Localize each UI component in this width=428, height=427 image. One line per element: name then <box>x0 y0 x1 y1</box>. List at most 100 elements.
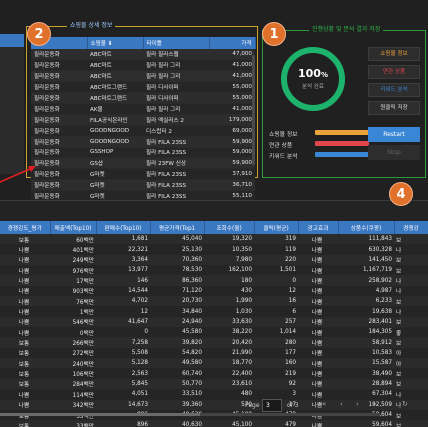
grid-cell: 70,360 <box>150 254 204 266</box>
one-click-save-button[interactable]: 원클릭 저장 <box>368 101 420 115</box>
detail-cell: 필라운동화 <box>31 103 87 115</box>
detail-row[interactable]: 필라운동화 GS샵 필라 23FW 신상 59,900 <box>31 157 255 170</box>
detail-row[interactable]: 필라운동화 ABC마트그랜드 필라 디사이퍼 55,000 <box>31 92 255 104</box>
grid-cell: 21,990 <box>204 347 254 359</box>
keyword-analysis-button[interactable]: 키워드 분석 <box>368 83 420 97</box>
grid-cell: 14,544 <box>96 285 150 297</box>
next-page-icon[interactable]: › <box>356 400 359 408</box>
grid-row[interactable]: 나쁨 401백만 22,321 25,130 10,350 119 나쁨 630,328 나 <box>0 244 428 255</box>
detail-scrollbar[interactable] <box>252 55 255 165</box>
detail-col-header-title[interactable]: 타이틀 <box>143 37 210 49</box>
grid-cell: 4,702 <box>96 296 150 307</box>
grid-cell: 283,401 <box>338 316 394 328</box>
detail-row[interactable]: 필라운동화 ABC마트 필라 필라 그리 41,000 <box>31 59 255 72</box>
shop-detail-table: 순 쇼핑몰 ⬇ 타이틀 가격 필라운동화ABC마트필라 필라스웹47,000필라… <box>31 37 256 202</box>
detail-row[interactable]: 필라운동화 GOODNGOOD 디스럽터 2 69,000 <box>31 125 255 137</box>
grid-row[interactable]: 나쁨 1백만 12 34,840 1,030 6 나쁨 19,638 나 <box>0 306 428 317</box>
grid-row[interactable]: 보통 284백만 5,845 50,770 23,610 92 나쁨 28,894 보 <box>0 378 428 390</box>
grid-col-header[interactable]: 평균가격(Top1 <box>150 221 205 234</box>
grid-cell: 41,647 <box>96 316 150 328</box>
grid-col-header[interactable]: 경쟁강 <box>394 221 428 234</box>
detail-cell: 필라운동화 <box>31 136 87 148</box>
grid-row[interactable]: 나쁨 17백만 146 86,360 180 0 나쁨 258,902 나 <box>0 275 428 286</box>
grid-cell: 보 <box>394 296 428 307</box>
grid-row[interactable]: 보통 266백만 7,258 39,820 20,420 280 나쁨 58,912 보 <box>0 337 428 348</box>
page-number-input[interactable] <box>262 399 282 412</box>
detail-cell: ABC마트그랜드 <box>87 92 143 104</box>
last-page-icon[interactable]: » <box>372 400 376 408</box>
grid-row[interactable]: 보통 240백만 5,128 49,580 18,770 160 나쁨 15,587 아 <box>0 358 428 369</box>
grid-cell: 5,508 <box>96 347 150 359</box>
grid-row[interactable]: 나쁨 546백만 41,647 24,940 33,630 257 나쁨 283,401 보 <box>0 316 428 328</box>
related-products-button[interactable]: 연관 상품 <box>368 65 420 79</box>
detail-row[interactable]: 필라운동화 ABC마트그랜드 필라 디사이퍼 55,000 <box>31 81 255 94</box>
grid-horizontal-scrollbar[interactable] <box>0 413 380 416</box>
grid-cell: 272백만 <box>50 347 96 359</box>
grid-cell: 5,128 <box>96 358 150 369</box>
first-page-icon[interactable]: « <box>322 400 326 408</box>
grid-col-header[interactable]: 클릭(평균) <box>254 221 299 234</box>
grid-row[interactable]: 나쁨 903백만 14,544 71,120 430 12 나쁨 4,987 나 <box>0 285 428 297</box>
grid-cell: 177 <box>254 347 298 359</box>
grid-col-header[interactable]: 상품수(쿠팡) <box>338 221 395 234</box>
grid-cell: 나쁨 <box>298 358 338 369</box>
detail-row[interactable]: 필라운동화 GSSHOP 필라 FILA 23SS 59,000 <box>31 147 255 159</box>
grid-cell: 18,770 <box>204 358 254 369</box>
grid-row[interactable]: 보통33백만89640,63045,100479나쁨59,604보 <box>0 420 428 427</box>
grid-row[interactable]: 보통 60백만 1,681 45,040 19,320 319 나쁨 111,843 보 <box>0 234 428 245</box>
detail-row[interactable]: 필라운동화 G마켓 필라 FILA 23SS 36,710 <box>31 179 255 192</box>
grid-row[interactable]: 나쁨 0백만 0 45,580 38,220 1,014 나쁨 184,305 좋 <box>0 327 428 338</box>
grid-cell: 146 <box>96 275 150 286</box>
grid-cell: 12 <box>96 306 150 317</box>
grid-cell: 60백만 <box>50 234 96 245</box>
grid-col-header[interactable]: 경쟁강도_평가 <box>0 221 51 234</box>
refresh-icon[interactable]: ↻ <box>402 400 408 408</box>
grid-col-header[interactable]: 조회수(월) <box>204 221 255 234</box>
grid-cell: 나쁨 <box>0 265 50 276</box>
grid-cell: 나쁨 <box>0 275 50 286</box>
grid-row[interactable]: 보통 272백만 5,508 54,820 21,990 177 나쁨 10,583 아 <box>0 347 428 359</box>
shop-info-button[interactable]: 쇼핑몰 정보 <box>368 47 420 61</box>
grid-row[interactable]: 나쁨 976백만 13,977 78,530 162,100 1,501 나쁨 1,167,7… <box>0 265 428 276</box>
detail-cell: GS샵 <box>87 157 143 170</box>
prev-page-icon[interactable]: ‹ <box>340 400 343 408</box>
grid-cell: 3,364 <box>96 254 150 266</box>
grid-col-header[interactable]: 매출액(Top10) <box>50 221 97 234</box>
detail-row[interactable]: 필라운동화 G마켓 필라 FILA 23SS 37,910 <box>31 168 255 181</box>
grid-cell: 19,638 <box>338 306 394 317</box>
grid-cell: 0 <box>96 327 150 338</box>
detail-col-header-price[interactable]: 가격 <box>209 37 256 49</box>
detail-row[interactable]: 필라운동화 AK몰 필라 필라 그리 41,000 <box>31 103 255 115</box>
detail-row[interactable]: 필라운동화 GOODNGOOD 필라 FILA 23SS 59,900 <box>31 136 255 148</box>
detail-cell: GOODNGOOD <box>87 136 143 148</box>
grid-cell: 160 <box>254 358 298 369</box>
grid-row[interactable]: 보통 106백만 2,563 60,740 22,400 219 나쁨 38,490 보 <box>0 368 428 379</box>
scrollbar-thumb[interactable] <box>0 413 200 416</box>
detail-cell: ABC마트 <box>87 59 143 72</box>
grid-cell: 6,233 <box>338 296 394 307</box>
detail-cell: 69,000 <box>209 125 255 137</box>
grid-cell: 60,740 <box>150 368 204 379</box>
grid-cell: 나쁨 <box>0 316 50 328</box>
progress-bar-fill <box>315 141 369 146</box>
detail-cell: 필라 23FW 신상 <box>143 157 209 170</box>
detail-row[interactable]: 필라운동화 ABC마트 필라 필라 그리 41,000 <box>31 70 255 83</box>
detail-cell: ABC마트 <box>87 70 143 83</box>
detail-row[interactable]: 필라운동화 FILA공식온라인 필라 엑실러스 2 179,000 <box>31 114 255 126</box>
grid-cell: 아 <box>394 358 428 369</box>
grid-col-header[interactable]: 광고효과 <box>298 221 339 234</box>
grid-col-header[interactable]: 판매수(Top10) <box>96 221 151 234</box>
grid-row[interactable]: 나쁨 76백만 4,702 20,730 1,990 16 나쁨 6,233 보 <box>0 296 428 307</box>
detail-row[interactable]: 필라운동화 ABC마트 필라 필라스웹 47,000 <box>31 49 255 61</box>
detail-cell: 필라 FILA 23SS <box>143 179 209 192</box>
grid-cell: 71,120 <box>150 285 204 297</box>
grid-cell: 1,681 <box>96 234 150 245</box>
stop-button[interactable]: Stop <box>368 145 420 160</box>
grid-row[interactable]: 나쁨 249백만 3,364 70,360 7,980 220 나쁨 141,450 보 <box>0 254 428 266</box>
restart-button[interactable]: Restart <box>368 127 420 142</box>
grid-cell: 나쁨 <box>298 316 338 328</box>
pager-bar: Page of 3 « ‹ › » ↻ <box>0 396 428 418</box>
detail-cell: 필라운동화 <box>31 147 87 159</box>
detail-col-header-shop[interactable]: 쇼핑몰 ⬇ <box>87 37 144 49</box>
grid-cell: 180 <box>204 275 254 286</box>
